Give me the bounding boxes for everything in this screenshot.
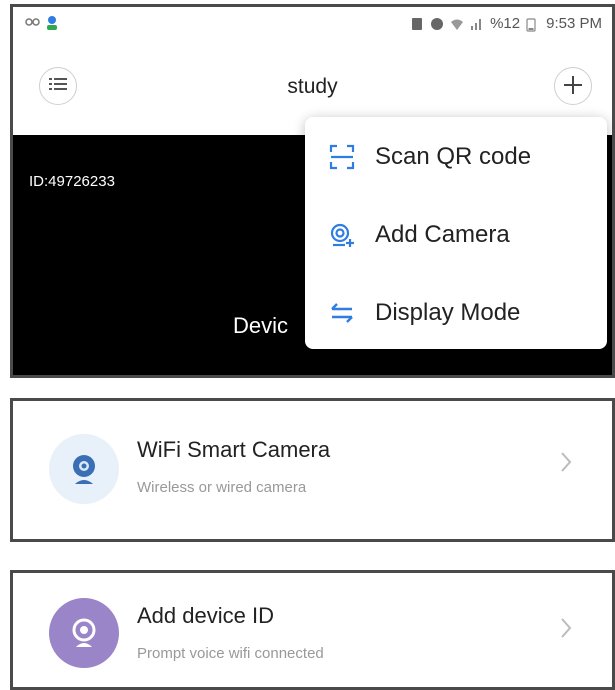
person-icon <box>45 15 59 30</box>
app-screen: %12 9:53 PM study ID:49726233 Devic Scan… <box>10 4 615 378</box>
camera-icon <box>49 434 119 504</box>
wifi-smart-camera-card[interactable]: WiFi Smart Camera Wireless or wired came… <box>13 401 612 539</box>
card-title: Add device ID <box>137 603 274 628</box>
device-id-option-panel: Add device ID Prompt voice wifi connecte… <box>10 570 615 690</box>
top-nav: study <box>13 47 612 127</box>
battery-text: %12 <box>490 15 521 32</box>
signal-icon <box>470 17 484 31</box>
card-subtitle: Prompt voice wifi connected <box>137 645 324 662</box>
display-mode-icon <box>329 300 355 326</box>
card-title: WiFi Smart Camera <box>137 437 331 462</box>
add-camera-icon <box>329 222 355 248</box>
wifi-camera-option-panel: WiFi Smart Camera Wireless or wired came… <box>10 398 615 542</box>
menu-item-label: Scan QR code <box>375 143 532 170</box>
add-button[interactable] <box>554 67 592 105</box>
status-time: 9:53 PM <box>546 15 602 32</box>
menu-item-label: Add Camera <box>375 221 510 248</box>
device-id-icon <box>49 598 119 668</box>
menu-item-add-camera[interactable]: Add Camera <box>305 205 607 265</box>
chevron-right-icon <box>560 451 572 480</box>
wifi-icon <box>450 17 464 31</box>
add-device-id-card[interactable]: Add device ID Prompt voice wifi connecte… <box>13 573 612 687</box>
device-status-text: Devic <box>233 313 289 338</box>
scan-qr-icon <box>329 144 355 170</box>
status-bar: %12 9:53 PM <box>13 7 612 41</box>
menu-item-display-mode[interactable]: Display Mode <box>305 283 607 343</box>
alarm-icon <box>430 17 444 31</box>
card-subtitle: Wireless or wired camera <box>137 479 307 496</box>
add-dropdown-menu: Scan QR code Add Camera Display Mode <box>305 117 607 349</box>
sim-icon <box>410 17 424 31</box>
notification-icon <box>25 15 40 29</box>
menu-item-scan-qr[interactable]: Scan QR code <box>305 127 607 187</box>
plus-icon <box>563 72 583 100</box>
menu-item-label: Display Mode <box>375 299 521 326</box>
chevron-right-icon <box>560 617 572 646</box>
device-id-label: ID:49726233 <box>29 173 115 190</box>
battery-icon <box>526 17 540 32</box>
page-title: study <box>287 75 338 98</box>
